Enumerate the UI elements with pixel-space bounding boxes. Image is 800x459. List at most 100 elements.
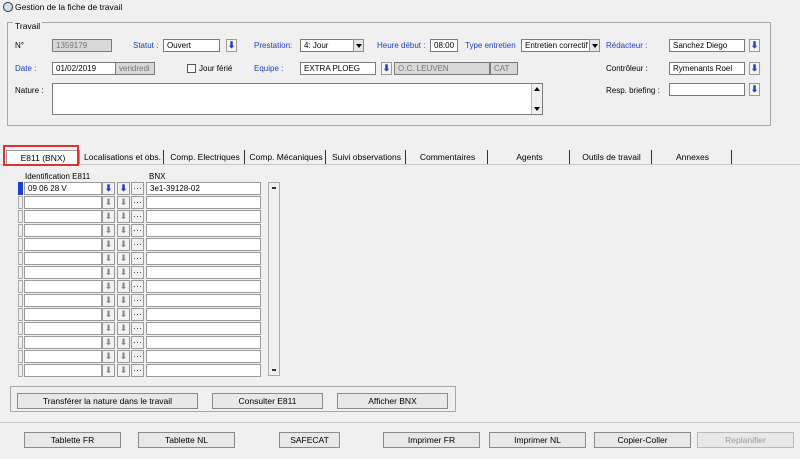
transferer-nature-button[interactable]: Transférer la nature dans le travail (17, 393, 198, 409)
download-arrow-icon[interactable]: ⬇ (117, 196, 130, 209)
download-arrow-icon[interactable]: ⬇ (102, 350, 115, 363)
download-arrow-icon[interactable]: ⬇ (117, 280, 130, 293)
ellipsis-button[interactable]: ··· (131, 294, 144, 307)
download-arrow-icon[interactable]: ⬇ (102, 224, 115, 237)
download-arrow-icon[interactable]: ⬇ (102, 308, 115, 321)
replanifier-button[interactable]: Replanifier (697, 432, 794, 448)
tab-outils-de-travail[interactable]: Outils de travail (572, 150, 652, 164)
row-indicator[interactable] (18, 238, 23, 251)
ellipsis-button[interactable]: ··· (131, 238, 144, 251)
row-indicator[interactable] (18, 266, 23, 279)
consulter-e811-button[interactable]: Consulter E811 (212, 393, 323, 409)
jour-ferie-checkbox[interactable] (187, 64, 196, 73)
row-indicator[interactable] (18, 182, 23, 195)
download-arrow-icon[interactable]: ⬇ (117, 364, 130, 377)
ellipsis-button[interactable]: ··· (131, 196, 144, 209)
nature-scrollbar[interactable] (531, 84, 542, 114)
identification-cell[interactable] (24, 350, 102, 363)
bnx-cell[interactable]: 3e1-39128-02 (146, 182, 261, 195)
grid-scrollbar[interactable] (268, 182, 280, 376)
download-arrow-icon[interactable]: ⬇ (102, 336, 115, 349)
tab-commentaires[interactable]: Commentaires (408, 150, 488, 164)
tab-agents[interactable]: Agents (490, 150, 570, 164)
scroll-down-icon[interactable] (272, 369, 276, 371)
redacteur-field[interactable]: Sanchez Diego (669, 39, 745, 52)
nature-textarea[interactable] (52, 83, 543, 115)
identification-cell[interactable] (24, 322, 102, 335)
download-arrow-icon[interactable]: ⬇ (117, 224, 130, 237)
tab-localisations[interactable]: Localisations et obs. (82, 150, 164, 164)
row-indicator[interactable] (18, 210, 23, 223)
download-arrow-icon[interactable]: ⬇ (102, 364, 115, 377)
scroll-up-icon[interactable] (272, 187, 276, 189)
download-arrow-icon[interactable]: ⬇ (102, 266, 115, 279)
identification-cell[interactable] (24, 224, 102, 237)
date-field[interactable]: 01/02/2019 (52, 62, 116, 75)
download-arrow-icon[interactable]: ⬇ (102, 294, 115, 307)
ellipsis-button[interactable]: ··· (131, 322, 144, 335)
download-arrow-icon[interactable]: ⬇ (117, 210, 130, 223)
download-arrow-icon[interactable]: ⬇ (117, 266, 130, 279)
tab-annexes[interactable]: Annexes (654, 150, 732, 164)
download-arrow-icon[interactable]: ⬇ (102, 322, 115, 335)
tab-comp-mecaniques[interactable]: Comp. Mécaniques (247, 150, 326, 164)
download-arrow-icon[interactable]: ⬇ (117, 350, 130, 363)
ellipsis-button[interactable]: ··· (131, 210, 144, 223)
bnx-cell[interactable] (146, 350, 261, 363)
ellipsis-button[interactable]: ··· (131, 266, 144, 279)
ellipsis-button[interactable]: ··· (131, 364, 144, 377)
download-arrow-icon[interactable]: ⬇ (102, 182, 115, 195)
equipe-field[interactable]: EXTRA PLOEG (300, 62, 376, 75)
identification-cell[interactable] (24, 294, 102, 307)
download-arrow-icon[interactable]: ⬇ (117, 252, 130, 265)
identification-cell[interactable]: 09 06 28 V (24, 182, 102, 195)
identification-cell[interactable] (24, 196, 102, 209)
heure-debut-field[interactable]: 08:00 (430, 39, 458, 52)
row-indicator[interactable] (18, 224, 23, 237)
tab-comp-electriques[interactable]: Comp. Electriques (166, 150, 245, 164)
download-arrow-icon[interactable]: ⬇ (117, 322, 130, 335)
ellipsis-button[interactable]: ··· (131, 336, 144, 349)
ellipsis-button[interactable]: ··· (131, 224, 144, 237)
bnx-cell[interactable] (146, 210, 261, 223)
row-indicator[interactable] (18, 308, 23, 321)
row-indicator[interactable] (18, 350, 23, 363)
statut-lookup-button[interactable]: ⬇ (226, 39, 237, 52)
download-arrow-icon[interactable]: ⬇ (102, 196, 115, 209)
ellipsis-button[interactable]: ··· (131, 308, 144, 321)
bnx-cell[interactable] (146, 266, 261, 279)
download-arrow-icon[interactable]: ⬇ (102, 238, 115, 251)
ellipsis-button[interactable]: ··· (131, 252, 144, 265)
bnx-cell[interactable] (146, 308, 261, 321)
identification-cell[interactable] (24, 308, 102, 321)
download-arrow-icon[interactable]: ⬇ (102, 280, 115, 293)
resp-briefing-lookup-button[interactable]: ⬇ (749, 83, 760, 96)
download-arrow-icon[interactable]: ⬇ (117, 308, 130, 321)
identification-cell[interactable] (24, 336, 102, 349)
redacteur-lookup-button[interactable]: ⬇ (749, 39, 760, 52)
afficher-bnx-button[interactable]: Afficher BNX (337, 393, 448, 409)
identification-cell[interactable] (24, 238, 102, 251)
scroll-down-icon[interactable] (534, 107, 540, 111)
row-indicator[interactable] (18, 252, 23, 265)
identification-cell[interactable] (24, 252, 102, 265)
imprimer-fr-button[interactable]: Imprimer FR (383, 432, 480, 448)
download-arrow-icon[interactable]: ⬇ (117, 294, 130, 307)
copier-coller-button[interactable]: Copier-Coller (594, 432, 691, 448)
bnx-cell[interactable] (146, 238, 261, 251)
bnx-cell[interactable] (146, 364, 261, 377)
controleur-field[interactable]: Rymenants Roel (669, 62, 745, 75)
ellipsis-button[interactable]: ··· (131, 182, 144, 195)
ellipsis-button[interactable]: ··· (131, 280, 144, 293)
bnx-cell[interactable] (146, 224, 261, 237)
row-indicator[interactable] (18, 364, 23, 377)
imprimer-nl-button[interactable]: Imprimer NL (489, 432, 586, 448)
download-arrow-icon[interactable]: ⬇ (102, 252, 115, 265)
download-arrow-icon[interactable]: ⬇ (117, 336, 130, 349)
bnx-cell[interactable] (146, 280, 261, 293)
bnx-cell[interactable] (146, 252, 261, 265)
tab-suivi-observations[interactable]: Suivi observations (328, 150, 406, 164)
identification-cell[interactable] (24, 210, 102, 223)
prestation-select[interactable]: 4: Jour (300, 39, 354, 52)
controleur-lookup-button[interactable]: ⬇ (749, 62, 760, 75)
